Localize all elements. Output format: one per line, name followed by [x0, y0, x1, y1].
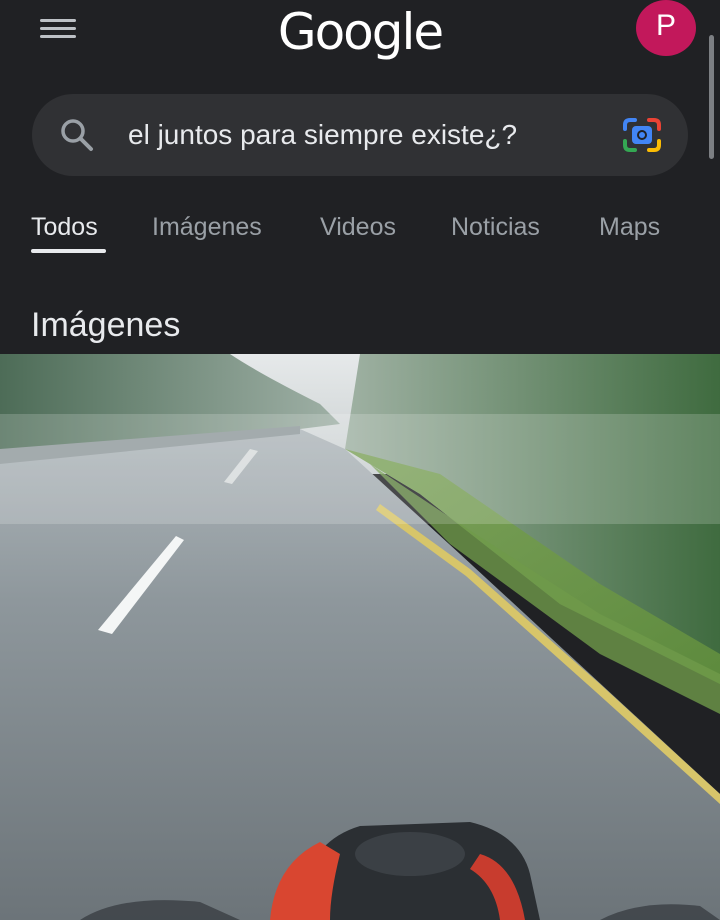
tab-maps[interactable]: Maps	[599, 200, 660, 254]
image-result-road[interactable]	[0, 354, 720, 920]
account-avatar[interactable]: P	[636, 0, 696, 56]
images-section-title: Imágenes	[31, 306, 181, 344]
search-tabs: Todos Imágenes Videos Noticias Maps	[0, 200, 720, 260]
tab-videos[interactable]: Videos	[320, 200, 396, 254]
tab-noticias[interactable]: Noticias	[451, 200, 540, 254]
road-photo	[0, 354, 720, 920]
google-logo[interactable]: Google	[0, 0, 720, 64]
tab-imagenes[interactable]: Imágenes	[152, 200, 262, 254]
google-lens-icon[interactable]	[622, 117, 662, 153]
active-tab-indicator	[31, 249, 106, 253]
tab-todos[interactable]: Todos	[31, 200, 98, 254]
search-box[interactable]: el juntos para siempre existe¿?	[32, 94, 688, 176]
search-input[interactable]: el juntos para siempre existe¿?	[128, 94, 517, 176]
page-scrollbar[interactable]	[709, 35, 714, 159]
search-icon[interactable]	[58, 116, 96, 154]
top-bar: Google P	[0, 0, 720, 70]
